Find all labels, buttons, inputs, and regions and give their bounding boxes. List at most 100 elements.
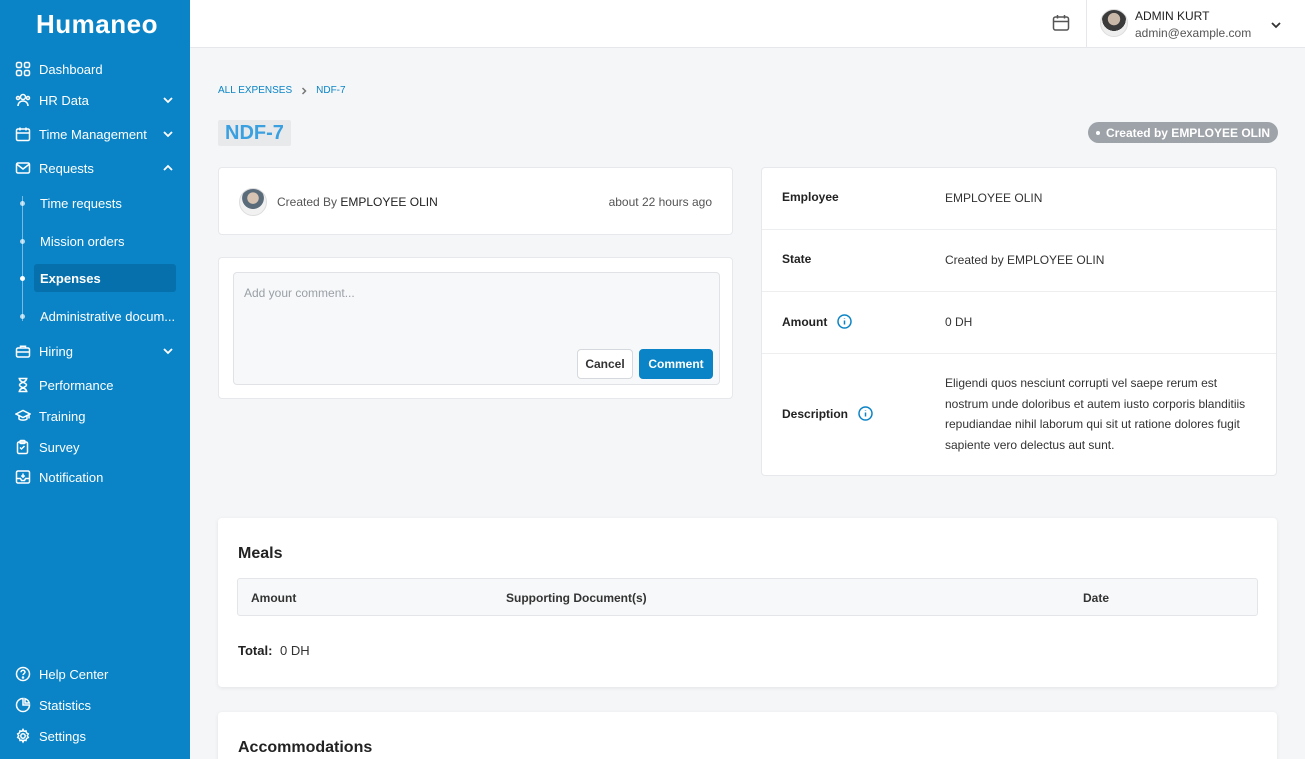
sidebar-item-performance[interactable]: Performance [0,371,190,399]
section-title: Meals [238,545,283,562]
comment-card: Cancel Comment [218,257,733,399]
submenu-dot [20,239,25,244]
sidebar-item-dashboard[interactable]: Dashboard [0,55,190,83]
sidebar-item-label: Survey [39,439,80,455]
top-header: ADMIN KURT admin@example.com [190,0,1305,48]
sidebar-item-label: Settings [39,728,86,744]
sidebar-item-survey[interactable]: Survey [0,433,190,461]
sidebar-item-help-center[interactable]: Help Center [0,660,190,688]
detail-value: 0 DH [945,315,973,329]
created-time: about 22 hours ago [608,195,712,209]
calendar-icon [14,125,32,143]
total-label: Total: [238,643,273,658]
sidebar-subitem-administrative-documents[interactable]: Administrative docum... [34,302,176,330]
grid-icon [14,60,32,78]
meals-total: Total: 0 DH [238,643,310,658]
sidebar-subitem-expenses[interactable]: Expenses [34,264,176,292]
detail-value: Created by EMPLOYEE OLIN [945,253,1105,267]
sidebar-item-label: Training [39,408,86,424]
sidebar-item-label: HR Data [39,92,89,108]
user-email: admin@example.com [1135,26,1252,40]
info-icon[interactable] [837,314,853,329]
sidebar-item-label: Notification [39,469,104,485]
status-badge-label: Created by EMPLOYEE OLIN [1105,125,1270,140]
sidebar-item-hiring[interactable]: Hiring [0,337,190,365]
detail-row-description: Description Eligendi quos nesciunt corru… [762,354,1276,476]
detail-label: State [782,252,812,266]
sidebar-item-label: Help Center [39,666,109,682]
avatar[interactable] [1100,9,1128,37]
detail-label: Description [782,406,849,421]
section-title: Accommodations [238,739,373,756]
chart-icon [14,696,32,714]
help-icon [14,665,32,683]
comment-button[interactable]: Comment [639,349,713,379]
detail-row-state: State Created by EMPLOYEE OLIN [762,230,1276,292]
detail-label-description: Description [782,406,873,421]
sidebar-item-label: Dashboard [39,61,103,77]
submenu-dot [20,314,25,319]
users-icon [14,91,32,109]
comment-input[interactable] [244,283,704,303]
sidebar-item-settings[interactable]: Settings [0,722,190,750]
comment-box: Cancel Comment [233,272,720,385]
graduation-icon [14,407,32,425]
clipboard-icon [14,438,32,456]
sidebar-subitem-mission-orders[interactable]: Mission orders [34,227,176,255]
sidebar-item-notification[interactable]: Notification [0,463,190,491]
sidebar-item-training[interactable]: Training [0,402,190,430]
chevron-down-icon[interactable] [1270,18,1282,30]
chevron-right-icon [300,86,308,95]
status-dot-icon [1095,130,1100,135]
sidebar-item-label: Requests [39,160,94,176]
chevron-up-icon [162,162,174,174]
meals-card: Meals Amount Supporting Document(s) Date… [218,518,1277,687]
breadcrumb-current: NDF-7 [316,85,346,96]
column-header: Supporting Document(s) [506,591,647,605]
accommodations-card: Accommodations [218,712,1277,759]
sidebar-item-label: Time Management [39,126,147,142]
creator-card: Created By EMPLOYEE OLIN about 22 hours … [218,167,733,235]
sidebar-subitem-time-requests[interactable]: Time requests [34,189,176,217]
created-by-name: EMPLOYEE OLIN [340,195,438,209]
total-value: 0 DH [280,643,310,658]
avatar [239,188,267,216]
chevron-down-icon [162,345,174,357]
chevron-down-icon [162,128,174,140]
created-by: Created By EMPLOYEE OLIN [277,195,438,209]
detail-row-amount: Amount 0 DH [762,292,1276,354]
breadcrumb-all-expenses[interactable]: ALL EXPENSES [218,85,292,96]
inbox-icon [14,468,32,486]
submenu-dot-active [20,276,25,281]
sidebar-item-hr-data[interactable]: HR Data [0,86,190,114]
detail-label-amount: Amount [782,314,853,329]
hourglass-icon [14,376,32,394]
sidebar-item-requests[interactable]: Requests [0,154,190,182]
info-icon[interactable] [858,406,873,421]
sidebar-item-label: Performance [39,377,114,393]
status-badge: Created by EMPLOYEE OLIN [1087,122,1278,143]
detail-row-employee: Employee EMPLOYEE OLIN [762,168,1276,230]
brand-logo[interactable]: Humaneo [0,0,190,48]
detail-label: Amount [782,314,828,329]
submenu-line [22,196,23,321]
column-header: Amount [251,591,297,605]
detail-value: EMPLOYEE OLIN [945,191,1043,205]
header-divider [1086,0,1087,47]
column-header: Date [1083,591,1110,605]
created-by-prefix: Created By [277,195,338,209]
sidebar-item-label: Hiring [39,343,73,359]
breadcrumb: ALL EXPENSES NDF-7 [218,85,346,96]
table-header: Amount Supporting Document(s) Date [237,578,1258,616]
sidebar-item-statistics[interactable]: Statistics [0,691,190,719]
sidebar-item-label: Statistics [39,697,92,713]
sidebar-item-time-management[interactable]: Time Management [0,120,190,148]
sidebar: Humaneo Dashboard HR Data Time Managemen… [0,0,190,759]
details-card: Employee EMPLOYEE OLIN State Created by … [761,167,1277,476]
detail-value: Eligendi quos nesciunt corrupti vel saep… [945,376,1246,452]
chevron-down-icon [162,94,174,106]
cancel-button[interactable]: Cancel [577,349,633,379]
user-name: ADMIN KURT [1135,9,1210,23]
calendar-icon[interactable] [1052,14,1072,34]
gear-icon [14,727,32,745]
